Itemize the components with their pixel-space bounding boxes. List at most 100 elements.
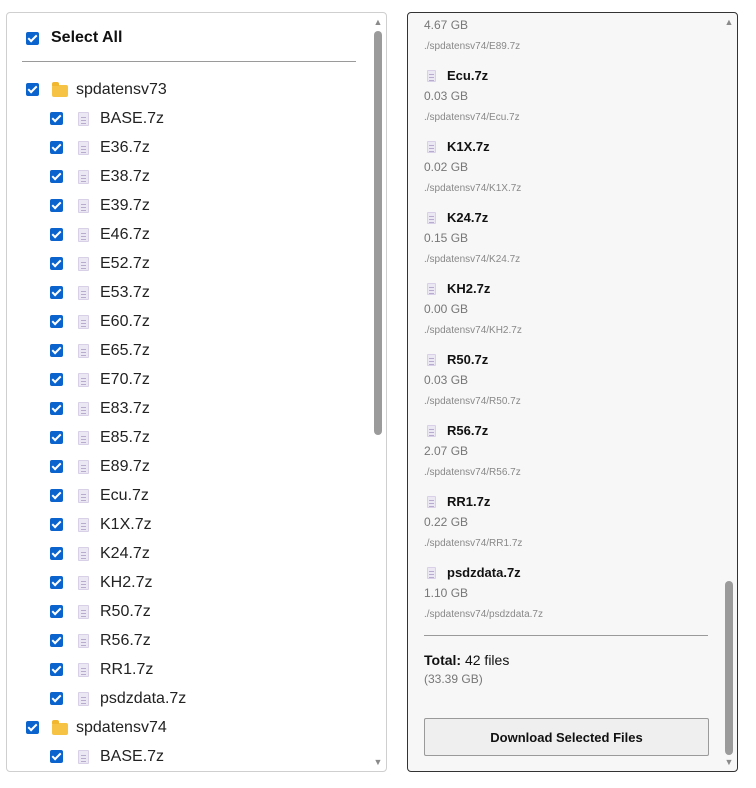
- file-name: KH2.7z: [100, 573, 153, 591]
- file-icon: [427, 495, 436, 508]
- tree-file-row[interactable]: Ecu.7z: [7, 481, 367, 510]
- total-size: (33.39 GB): [424, 672, 483, 686]
- tree-file-row[interactable]: R50.7z: [7, 597, 367, 626]
- tree-file-row[interactable]: BASE.7z: [7, 742, 367, 771]
- file-name: E60.7z: [100, 312, 150, 330]
- file-icon: [78, 488, 89, 503]
- file-size: 4.67 GB: [424, 18, 469, 32]
- file-checkbox[interactable]: [50, 402, 63, 415]
- tree-file-row[interactable]: K24.7z: [7, 539, 367, 568]
- file-icon: [78, 285, 89, 300]
- tree-folder-row[interactable]: spdatensv74: [7, 713, 367, 742]
- scroll-down-arrow[interactable]: ▼: [370, 755, 386, 769]
- tree-file-row[interactable]: E53.7z: [7, 278, 367, 307]
- file-checkbox[interactable]: [50, 605, 63, 618]
- file-path: ./spdatensv74/KH2.7z: [424, 325, 522, 336]
- scroll-down-arrow[interactable]: ▼: [721, 755, 737, 769]
- file-icon: [78, 198, 89, 213]
- tree-file-row[interactable]: K1X.7z: [7, 510, 367, 539]
- file-path: ./spdatensv74/K1X.7z: [424, 183, 522, 194]
- tree-file-row[interactable]: E36.7z: [7, 133, 367, 162]
- selection-summary-panel: 4.67 GB ./spdatensv74/E89.7z Ecu.7z 0.03 GB…: [407, 12, 738, 772]
- tree-file-row[interactable]: R56.7z: [7, 626, 367, 655]
- folder-icon: [52, 719, 68, 735]
- file-size: 0.03 GB: [424, 89, 469, 103]
- file-name: E70.7z: [100, 370, 150, 388]
- select-all-row[interactable]: Select All: [26, 29, 122, 47]
- file-checkbox[interactable]: [50, 518, 63, 531]
- tree-file-row[interactable]: psdzdata.7z: [7, 684, 367, 713]
- tree-file-row[interactable]: E89.7z: [7, 452, 367, 481]
- file-icon: [78, 604, 89, 619]
- tree-file-row[interactable]: E70.7z: [7, 365, 367, 394]
- tree-file-row[interactable]: E60.7z: [7, 307, 367, 336]
- file-checkbox[interactable]: [50, 750, 63, 763]
- file-checkbox[interactable]: [50, 431, 63, 444]
- scroll-up-arrow[interactable]: ▲: [370, 15, 386, 29]
- file-name-row: KH2.7z: [424, 281, 490, 296]
- file-checkbox[interactable]: [50, 141, 63, 154]
- tree-folder-row[interactable]: spdatensv73: [7, 75, 367, 104]
- file-checkbox[interactable]: [50, 199, 63, 212]
- tree-file-row[interactable]: E65.7z: [7, 336, 367, 365]
- file-checkbox[interactable]: [50, 460, 63, 473]
- scroll-up-arrow[interactable]: ▲: [721, 15, 737, 29]
- tree-file-row[interactable]: E85.7z: [7, 423, 367, 452]
- file-icon: [427, 211, 436, 224]
- file-checkbox[interactable]: [50, 489, 63, 502]
- tree-file-row[interactable]: E38.7z: [7, 162, 367, 191]
- file-name: KH2.7z: [447, 281, 491, 296]
- file-checkbox[interactable]: [50, 257, 63, 270]
- file-icon: [427, 282, 436, 295]
- file-checkbox[interactable]: [50, 373, 63, 386]
- selected-file-entry: 4.67 GB ./spdatensv74/E89.7z: [424, 13, 714, 56]
- file-icon: [427, 140, 436, 153]
- tree-file-row[interactable]: KH2.7z: [7, 568, 367, 597]
- tree-file-row[interactable]: RR1.7z: [7, 655, 367, 684]
- file-name: K24.7z: [447, 210, 489, 225]
- file-checkbox[interactable]: [50, 634, 63, 647]
- tree-file-row[interactable]: E39.7z: [7, 191, 367, 220]
- file-path: ./spdatensv74/E89.7z: [424, 41, 521, 52]
- file-size: 0.02 GB: [424, 160, 469, 174]
- scroll-thumb[interactable]: [725, 581, 733, 755]
- selected-file-entry: K1X.7z 0.02 GB ./spdatensv74/K1X.7z: [424, 127, 714, 198]
- file-checkbox[interactable]: [50, 170, 63, 183]
- scroll-thumb[interactable]: [374, 31, 382, 435]
- tree-file-row[interactable]: BASE.7z: [7, 104, 367, 133]
- file-checkbox[interactable]: [50, 692, 63, 705]
- total-count: 42 files: [464, 652, 510, 668]
- file-path: ./spdatensv74/R56.7z: [424, 467, 521, 478]
- file-name-row: psdzdata.7z: [424, 565, 521, 580]
- file-checkbox[interactable]: [50, 663, 63, 676]
- file-checkbox[interactable]: [50, 547, 63, 560]
- file-checkbox[interactable]: [50, 286, 63, 299]
- file-icon: [427, 353, 436, 366]
- select-all-checkbox[interactable]: [26, 31, 39, 45]
- summary-scrollbar[interactable]: ▲ ▼: [721, 13, 737, 771]
- file-checkbox[interactable]: [50, 344, 63, 357]
- folder-checkbox[interactable]: [26, 721, 39, 734]
- tree-file-row[interactable]: E52.7z: [7, 249, 367, 278]
- file-checkbox[interactable]: [50, 228, 63, 241]
- file-checkbox[interactable]: [50, 112, 63, 125]
- tree-scrollbar[interactable]: ▲ ▼: [370, 13, 386, 771]
- file-icon: [78, 140, 89, 155]
- file-name-row: R50.7z: [424, 352, 488, 367]
- folder-checkbox[interactable]: [26, 83, 39, 96]
- selected-files-list: 4.67 GB ./spdatensv74/E89.7z Ecu.7z 0.03 GB…: [424, 13, 714, 624]
- selected-file-entry: KH2.7z 0.00 GB ./spdatensv74/KH2.7z: [424, 269, 714, 340]
- download-selected-button[interactable]: Download Selected Files: [424, 718, 709, 756]
- file-checkbox[interactable]: [50, 576, 63, 589]
- file-name-row: K24.7z: [424, 210, 488, 225]
- file-path: ./spdatensv74/Ecu.7z: [424, 112, 520, 123]
- tree-file-row[interactable]: E46.7z: [7, 220, 367, 249]
- file-name: E36.7z: [100, 138, 150, 156]
- file-icon: [78, 546, 89, 561]
- selected-file-entry: RR1.7z 0.22 GB ./spdatensv74/RR1.7z: [424, 482, 714, 553]
- file-icon: [78, 343, 89, 358]
- tree-file-row[interactable]: E83.7z: [7, 394, 367, 423]
- file-name: Ecu.7z: [100, 486, 149, 504]
- file-checkbox[interactable]: [50, 315, 63, 328]
- file-icon: [78, 372, 89, 387]
